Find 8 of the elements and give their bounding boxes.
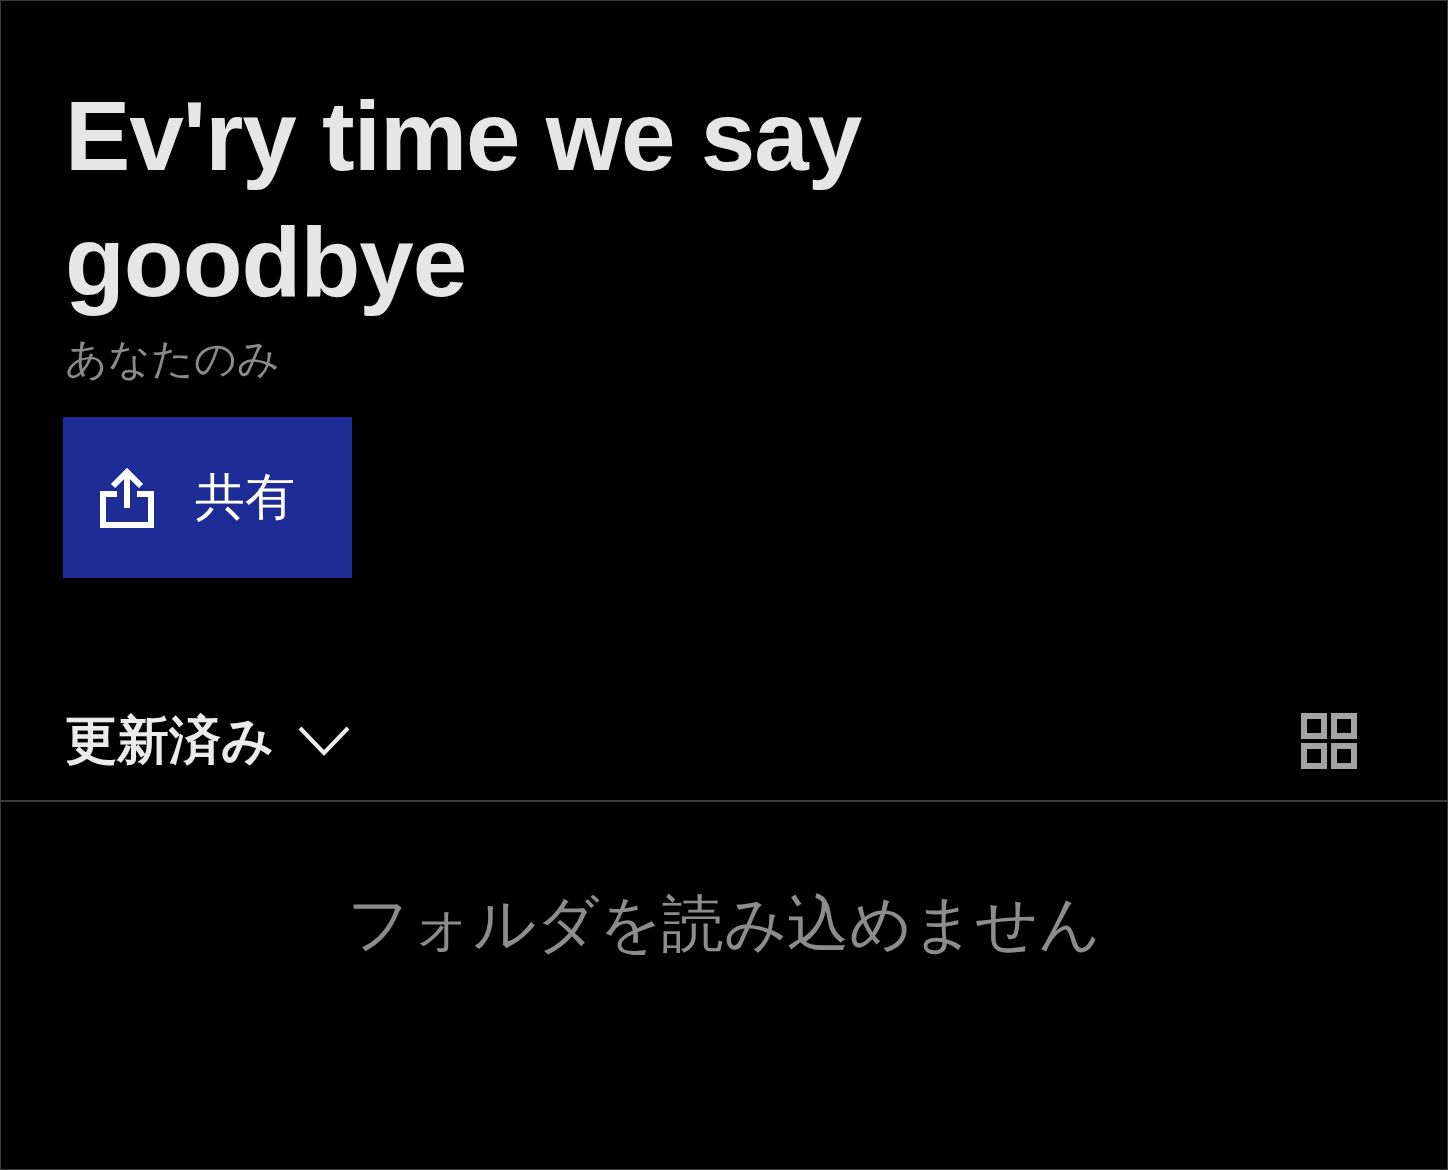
grid-view-icon[interactable] (1301, 713, 1357, 769)
share-icon (99, 467, 155, 528)
owner-label: あなたのみ (65, 334, 280, 384)
share-button[interactable]: 共有 (63, 417, 352, 578)
chevron-down-icon (298, 726, 350, 756)
folder-title: Ev'ry time we say goodbye (65, 80, 863, 319)
sort-dropdown[interactable]: 更新済み (65, 706, 350, 776)
empty-folder-message: フォルダを読み込めません (346, 888, 1102, 960)
